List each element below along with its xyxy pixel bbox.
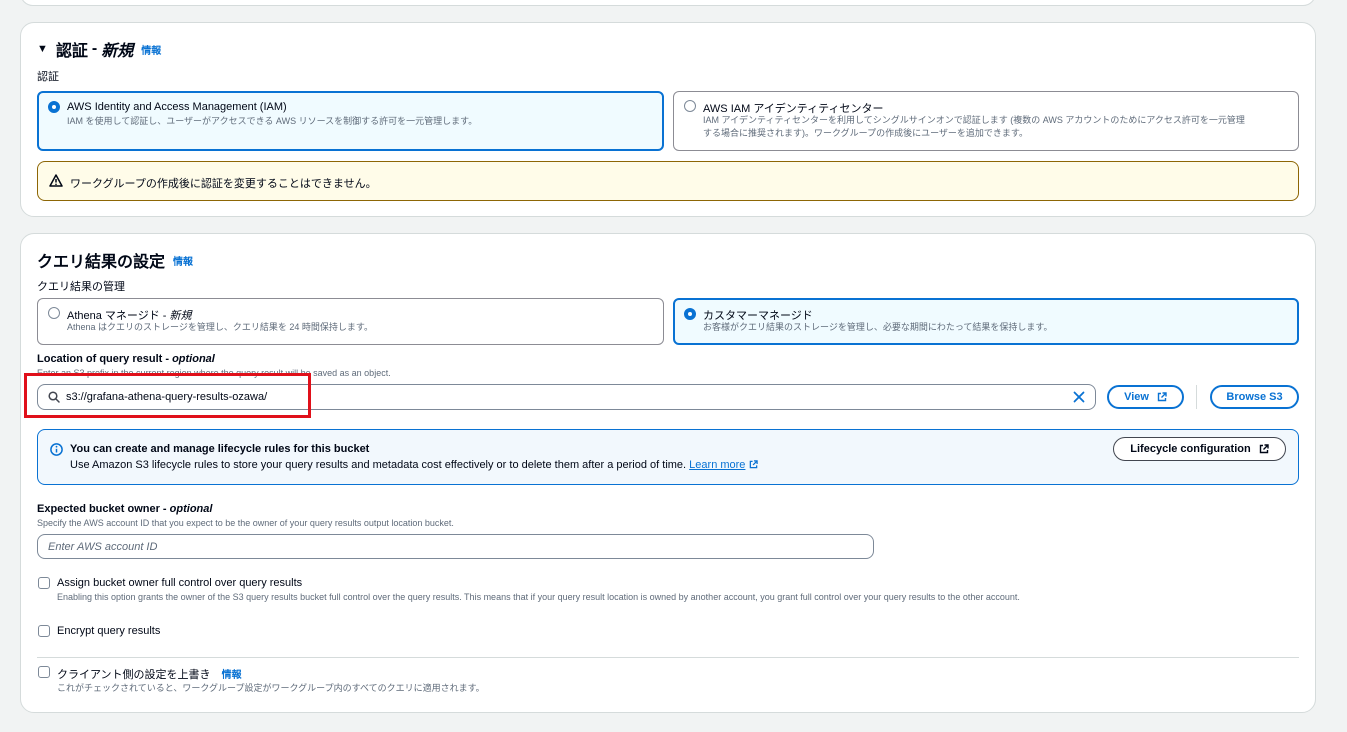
radio-customer-managed[interactable] — [684, 308, 696, 320]
lifecycle-body: Use Amazon S3 lifecycle rules to store y… — [70, 459, 758, 471]
external-link-icon — [749, 460, 758, 469]
customer-managed-desc: お客様がクエリ結果のストレージを管理し、必要な期間にわたって結果を保持します。 — [703, 322, 1053, 332]
auth-option-iam[interactable]: AWS Identity and Access Management (IAM)… — [37, 91, 664, 151]
external-link-icon — [1157, 392, 1167, 402]
assign-owner-desc: Enabling this option grants the owner of… — [57, 592, 1020, 602]
query-info-link[interactable]: 情報 — [173, 253, 193, 268]
assign-owner-checkbox[interactable] — [38, 577, 50, 589]
encrypt-label: Encrypt query results — [57, 625, 161, 637]
auth-field-label: 認証 — [37, 71, 59, 83]
highlight-annotation-box — [24, 373, 311, 418]
auth-option-ic-desc-1: IAM アイデンティティセンターを利用してシングルサインオンで認証します (複数… — [703, 115, 1245, 125]
auth-warning-text: ワークグループの作成後に認証を変更することはできません。 — [70, 178, 377, 190]
query-section-header: クエリ結果の設定 情報 — [37, 248, 193, 272]
section-divider — [37, 657, 1299, 658]
view-button[interactable]: View — [1107, 385, 1184, 409]
athena-managed-desc: Athena はクエリのストレージを管理し、クエリ結果を 24 時間保持します。 — [67, 322, 373, 332]
lifecycle-info-alert: You can create and manage lifecycle rule… — [37, 429, 1299, 485]
owner-desc: Specify the AWS account ID that you expe… — [37, 518, 454, 528]
caret-down-icon: ▼ — [37, 43, 48, 55]
clear-icon[interactable] — [1073, 391, 1085, 403]
radio-athena-managed[interactable] — [48, 307, 60, 319]
query-result-panel: クエリ結果の設定 情報 クエリ結果の管理 Athena マネージド - 新規 A… — [20, 233, 1316, 713]
button-divider — [1196, 385, 1197, 409]
encrypt-checkbox[interactable] — [38, 625, 50, 637]
auth-title: 認証 — [55, 43, 88, 60]
owner-label: Expected bucket owner - optional — [37, 503, 213, 515]
owner-input[interactable]: Enter AWS account ID — [37, 534, 874, 559]
external-link-icon — [1259, 444, 1269, 454]
override-desc: これがチェックされていると、ワークグループ設定がワークグループ内のすべてのクエリ… — [57, 683, 485, 693]
radio-identity-center[interactable] — [684, 100, 696, 112]
auth-info-link[interactable]: 情報 — [141, 42, 161, 57]
previous-panel — [20, 0, 1316, 6]
warning-icon — [49, 174, 63, 187]
query-option-customer-managed[interactable]: カスタマーマネージド お客様がクエリ結果のストレージを管理し、必要な期間にわたっ… — [673, 298, 1299, 345]
query-option-athena-managed[interactable]: Athena マネージド - 新規 Athena はクエリのストレージを管理し、… — [37, 298, 664, 345]
location-label: Location of query result - optional — [37, 353, 215, 365]
auth-panel: ▼ 認証 - 新規 情報 認証 AWS Identity and Access … — [20, 22, 1316, 217]
override-label: クライアント側の設定を上書き 情報 — [57, 669, 242, 681]
auth-title-suffix: 新規 — [101, 43, 134, 60]
learn-more-link[interactable]: Learn more — [689, 459, 745, 471]
query-mgmt-label: クエリ結果の管理 — [37, 281, 125, 293]
query-title: クエリ結果の設定 — [37, 254, 166, 271]
radio-iam[interactable] — [48, 101, 60, 113]
owner-input-placeholder: Enter AWS account ID — [48, 541, 158, 553]
browse-s3-button[interactable]: Browse S3 — [1210, 385, 1299, 409]
override-checkbox[interactable] — [38, 666, 50, 678]
info-icon — [50, 443, 63, 456]
override-info-link[interactable]: 情報 — [222, 670, 242, 681]
auth-section-header[interactable]: ▼ 認証 - 新規 情報 — [37, 37, 161, 61]
lifecycle-configuration-button[interactable]: Lifecycle configuration — [1113, 437, 1286, 461]
lifecycle-title: You can create and manage lifecycle rule… — [70, 443, 370, 455]
auth-option-ic-desc-2: する場合に推奨されます)。ワークグループの作成後にユーザーを追加できます。 — [703, 128, 1029, 138]
auth-option-identity-center[interactable]: AWS IAM アイデンティティセンター IAM アイデンティティセンターを利用… — [673, 91, 1299, 151]
auth-warning-alert: ワークグループの作成後に認証を変更することはできません。 — [37, 161, 1299, 201]
auth-option-iam-desc: IAM を使用して認証し、ユーザーがアクセスできる AWS リソースを制御する許… — [67, 116, 478, 126]
assign-owner-label: Assign bucket owner full control over qu… — [57, 577, 303, 589]
auth-option-iam-title: AWS Identity and Access Management (IAM) — [67, 101, 287, 113]
